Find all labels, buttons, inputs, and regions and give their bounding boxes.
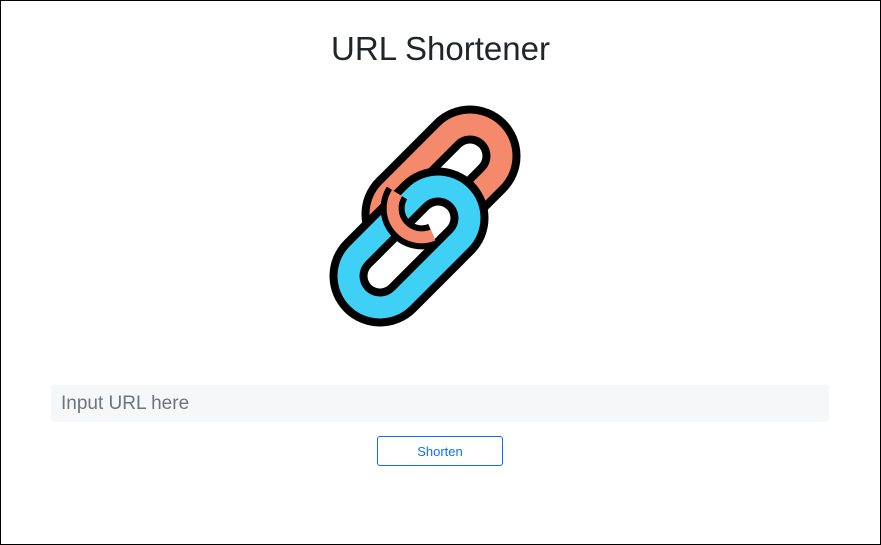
page: URL Shortener Sh [0,0,881,545]
chain-link-icon [329,105,521,327]
url-input[interactable] [51,385,829,422]
page-title: URL Shortener [331,30,550,67]
shorten-button[interactable]: Shorten [377,436,503,466]
